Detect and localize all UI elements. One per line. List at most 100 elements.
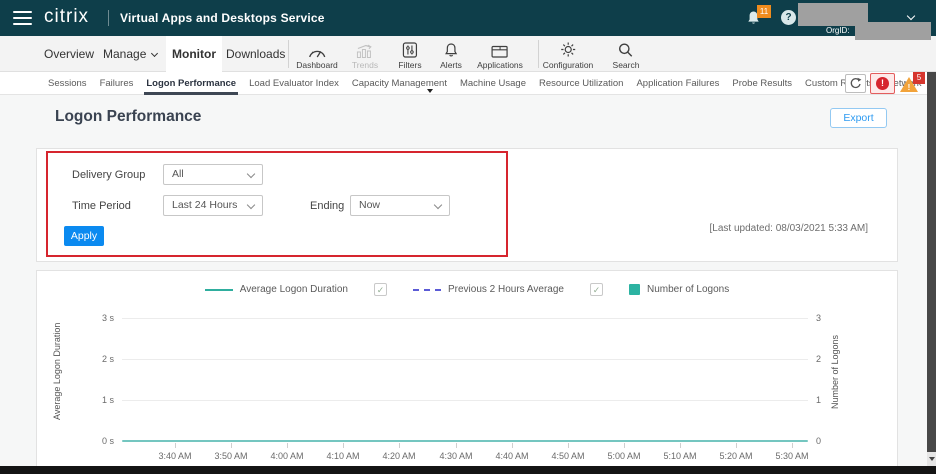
x-tick bbox=[399, 443, 400, 448]
page-title: Logon Performance bbox=[55, 108, 201, 126]
legend-checkbox-avg-duration[interactable]: ✓ bbox=[374, 283, 387, 296]
alerts-bell-icon bbox=[440, 41, 462, 58]
time-period-label: Time Period bbox=[72, 200, 131, 212]
top-bar: citrix Virtual Apps and Desktops Service… bbox=[0, 0, 936, 36]
nav-divider bbox=[538, 40, 539, 68]
refresh-button[interactable] bbox=[845, 74, 866, 93]
tab-application-failures[interactable]: Application Failures bbox=[636, 72, 719, 95]
tool-applications[interactable]: Applications bbox=[477, 41, 523, 70]
delivery-group-label: Delivery Group bbox=[72, 169, 145, 181]
tab-machine-usage[interactable]: Machine Usage bbox=[460, 72, 526, 95]
tool-dashboard[interactable]: Dashboard bbox=[296, 41, 338, 70]
chart-panel bbox=[36, 270, 898, 474]
trends-chart-icon bbox=[352, 41, 378, 58]
export-button[interactable]: Export bbox=[830, 108, 887, 128]
tab-sessions[interactable]: Sessions bbox=[48, 72, 87, 95]
error-exclamation-icon: ! bbox=[876, 77, 889, 90]
x-tick-label: 4:20 AM bbox=[374, 451, 424, 461]
time-period-value: Last 24 Hours bbox=[172, 199, 237, 211]
gridline bbox=[122, 318, 808, 319]
legend-checkbox-prev-avg[interactable]: ✓ bbox=[590, 283, 603, 296]
hamburger-menu-icon[interactable] bbox=[13, 11, 32, 25]
tab-resource-utilization[interactable]: Resource Utilization bbox=[539, 72, 623, 95]
redacted-org-id-box bbox=[855, 22, 931, 40]
ending-select[interactable]: Now bbox=[350, 195, 450, 216]
x-tick bbox=[512, 443, 513, 448]
x-tick-label: 5:20 AM bbox=[711, 451, 761, 461]
tab-failures[interactable]: Failures bbox=[100, 72, 134, 95]
vertical-scrollbar[interactable] bbox=[927, 72, 936, 452]
x-tick-label: 4:50 AM bbox=[543, 451, 593, 461]
time-period-select[interactable]: Last 24 Hours bbox=[163, 195, 263, 216]
account-chevron-down-icon[interactable] bbox=[907, 12, 915, 20]
nav-item-overview[interactable]: Overview bbox=[44, 36, 94, 72]
tool-label: Dashboard bbox=[296, 60, 338, 70]
x-tick-label: 4:10 AM bbox=[318, 451, 368, 461]
applications-window-icon bbox=[477, 41, 523, 58]
y-tick-right: 3 bbox=[816, 313, 836, 323]
x-tick bbox=[792, 443, 793, 448]
nav-divider bbox=[288, 40, 289, 68]
tab-load-evaluator-index[interactable]: Load Evaluator Index bbox=[249, 72, 339, 95]
sub-nav-tabs: Sessions Failures Logon Performance Load… bbox=[48, 72, 922, 95]
y-tick-left: 2 s bbox=[88, 354, 114, 364]
x-tick-label: 5:10 AM bbox=[655, 451, 705, 461]
y-tick-left: 3 s bbox=[88, 313, 114, 323]
nav-item-manage[interactable]: Manage bbox=[103, 36, 157, 72]
y-tick-right: 1 bbox=[816, 395, 836, 405]
nav-item-downloads[interactable]: Downloads bbox=[226, 36, 285, 72]
x-tick bbox=[680, 443, 681, 448]
y-tick-left: 1 s bbox=[88, 395, 114, 405]
x-tick-label: 4:30 AM bbox=[431, 451, 481, 461]
main-nav: Overview Manage Monitor Downloads Dashbo… bbox=[0, 36, 936, 72]
legend-dashed-line-swatch bbox=[413, 289, 441, 291]
chart-legend: Average Logon Duration ✓ Previous 2 Hour… bbox=[36, 283, 898, 296]
y-axis-left-title: Average Logon Duration bbox=[52, 305, 62, 437]
x-tick bbox=[287, 443, 288, 448]
y-axis-right-title: Number of Logons bbox=[830, 312, 840, 432]
apply-button[interactable]: Apply bbox=[64, 226, 104, 246]
y-tick-right: 0 bbox=[816, 436, 836, 446]
tab-logon-performance[interactable]: Logon Performance bbox=[146, 72, 236, 95]
x-tick-label: 4:00 AM bbox=[262, 451, 312, 461]
scrollbar-down-arrow[interactable] bbox=[927, 452, 936, 466]
delivery-group-select[interactable]: All bbox=[163, 164, 263, 185]
tool-label: Alerts bbox=[440, 60, 462, 70]
error-alert-button[interactable]: ! bbox=[870, 73, 895, 94]
search-icon bbox=[613, 41, 640, 58]
x-tick bbox=[231, 443, 232, 448]
warning-alert-button[interactable]: ! 5 bbox=[899, 72, 925, 94]
delivery-group-value: All bbox=[172, 168, 184, 180]
org-id-label: OrgID: bbox=[826, 26, 850, 35]
ending-value: Now bbox=[359, 199, 380, 211]
filters-icon bbox=[398, 41, 421, 58]
x-tick-label: 3:40 AM bbox=[150, 451, 200, 461]
product-title: Virtual Apps and Desktops Service bbox=[120, 11, 325, 25]
help-icon[interactable]: ? bbox=[781, 10, 796, 25]
tool-trends[interactable]: Trends bbox=[352, 41, 378, 70]
y-tick-left: 0 s bbox=[88, 436, 114, 446]
x-tick-label: 3:50 AM bbox=[206, 451, 256, 461]
tool-configuration[interactable]: Configuration bbox=[543, 41, 594, 70]
notification-badge: 11 bbox=[757, 5, 771, 18]
tool-filters[interactable]: Filters bbox=[398, 41, 421, 70]
nav-item-monitor[interactable]: Monitor bbox=[166, 36, 222, 72]
monitor-sub-nav: Sessions Failures Logon Performance Load… bbox=[0, 72, 936, 95]
tool-label: Trends bbox=[352, 60, 378, 70]
refresh-icon bbox=[849, 77, 862, 90]
gridline bbox=[122, 359, 808, 360]
x-tick-label: 4:40 AM bbox=[487, 451, 537, 461]
gridline bbox=[122, 400, 808, 401]
warning-exclamation: ! bbox=[905, 83, 913, 92]
ending-label: Ending bbox=[310, 200, 344, 212]
legend-label: Number of Logons bbox=[647, 284, 729, 295]
dashboard-gauge-icon bbox=[296, 41, 338, 58]
tab-probe-results[interactable]: Probe Results bbox=[732, 72, 792, 95]
filters-caret-icon[interactable] bbox=[427, 89, 433, 93]
y-tick-right: 2 bbox=[816, 354, 836, 364]
tool-alerts[interactable]: Alerts bbox=[440, 41, 462, 70]
tool-label: Configuration bbox=[543, 60, 594, 70]
tool-search[interactable]: Search bbox=[613, 41, 640, 70]
app-window: citrix Virtual Apps and Desktops Service… bbox=[0, 0, 936, 474]
warning-count-badge: 5 bbox=[913, 72, 925, 84]
